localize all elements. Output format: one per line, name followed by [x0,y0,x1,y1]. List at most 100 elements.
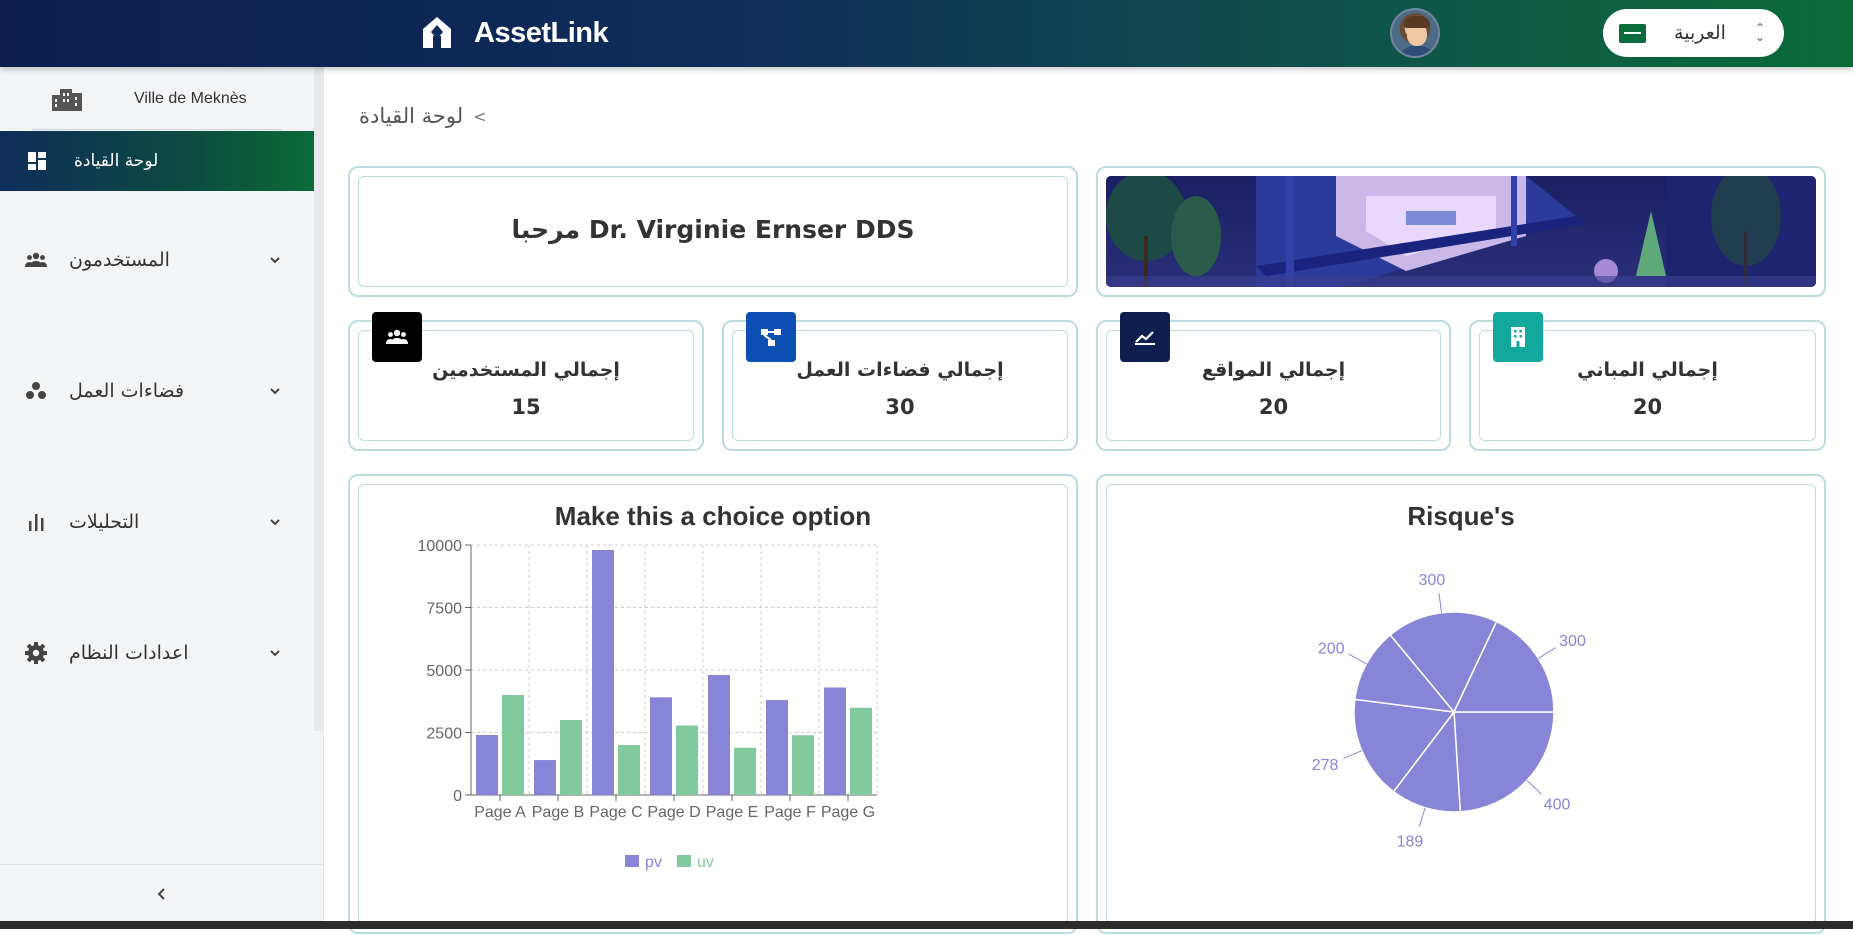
pie-chart-card: Risque's 400 189 278 200 300 300 [1096,474,1826,934]
analytics-icon [25,511,47,533]
sidebar-item-analytics[interactable]: التحليلات [0,492,314,552]
bar-pv [766,700,788,795]
banner-image [1106,176,1816,287]
pie-slice [1453,711,1555,813]
chevron-down-icon [270,388,280,395]
stat-value: 30 [885,395,915,419]
x-tick-label: Page E [706,804,758,821]
top-bar: AssetLink العربية ⌃ ⌄ [0,0,1853,67]
language-select[interactable]: العربية ⌃ ⌄ [1603,9,1784,57]
bar-uv [618,745,640,795]
y-tick-label: 7500 [426,601,462,618]
sidebar-item-dashboard[interactable]: لوحة القيادة [0,131,314,191]
stat-title: إجمالي المواقع [1201,359,1346,381]
bar-uv [734,747,756,795]
brand[interactable]: AssetLink [418,12,609,54]
pie-label-line [1418,807,1426,828]
banner-card [1096,166,1826,297]
building-icon [1493,312,1543,362]
collapse-sidebar-chevron-icon[interactable] [152,884,172,904]
stat-value: 15 [511,395,541,419]
sidebar-item-label: المستخدمون [69,249,170,271]
breadcrumb-current[interactable]: لوحة القيادة [359,104,463,128]
legend-label: pv [645,854,662,871]
bar-pv [476,735,498,795]
workspaces-icon [25,380,47,402]
sidebar-item-label: فضاءات العمل [69,380,185,402]
workspace-tree-icon [746,312,796,362]
avatar[interactable] [1390,8,1440,58]
bar-pv [650,697,672,795]
language-label: العربية [1674,22,1726,44]
sidebar: Ville de Meknès لوحة القيادة المستخدمون … [0,67,324,929]
pie-label-line [1343,750,1362,759]
sidebar-scrollbar[interactable] [314,67,324,731]
legend-swatch [625,855,639,867]
stat-title: إجمالي فضاءات العمل [796,359,1004,381]
y-tick-label: 0 [453,788,462,805]
bar-uv [850,707,872,795]
breadcrumb-separator: < [473,106,487,126]
stat-title: إجمالي المباني [1577,359,1718,381]
pie-label-line [1538,647,1556,659]
x-tick-label: Page G [821,804,875,821]
y-tick-label: 5000 [426,663,462,680]
pie-label: 278 [1312,757,1339,774]
pie-label: 400 [1544,797,1571,814]
sidebar-item-workspaces[interactable]: فضاءات العمل [0,361,314,421]
bar-chart-card: Make this a choice option 0 2500 5000 7500 1… [348,474,1078,934]
stat-value: 20 [1258,395,1289,419]
bar-uv [560,720,582,795]
bar-uv [502,695,524,795]
x-tick-label: Page B [532,804,584,821]
welcome-text: مرحبا Dr. Virginie Ernser DDS [511,215,915,244]
bar-uv [792,735,814,795]
x-tick-label: Page A [474,804,526,821]
legend-swatch [677,855,691,867]
pie-label-line [1348,653,1367,665]
dashboard-icon [28,152,46,170]
taskbar-edge [0,921,1853,929]
bar-uv [676,725,698,795]
bar-chart: 0 2500 5000 7500 10000 Page A Page B Page C Page… [418,538,878,871]
sidebar-item-settings[interactable]: اعدادات النظام [0,623,314,683]
logo-icon [423,17,451,48]
pie-label-line [1526,780,1542,795]
x-tick-label: Page D [647,804,700,821]
stat-card-sites: إجمالي المواقع 20 [1096,312,1451,451]
chevron-down-icon [270,257,280,264]
stat-card-buildings: إجمالي المباني 20 [1469,312,1826,451]
stat-value: 20 [1632,395,1663,419]
bar-pv [592,550,614,795]
settings-icon [25,642,47,664]
sidebar-item-label: لوحة القيادة [74,151,159,171]
app-name: AssetLink [474,16,609,49]
legend-label: uv [697,854,714,871]
sites-chart-icon [1120,312,1170,362]
bar-pv [534,760,556,795]
pie-chart: 400 189 278 200 300 300 [1312,572,1586,850]
organization-name: Ville de Meknès [134,89,247,107]
stat-card-workspaces: إجمالي فضاءات العمل 30 [722,312,1078,451]
chevron-down-icon [270,650,280,657]
pie-label: 189 [1397,833,1424,850]
buildings-icon [52,88,82,111]
divider [32,129,282,130]
y-tick-label: 10000 [418,538,463,555]
bar-pv [824,687,846,795]
sidebar-item-label: اعدادات النظام [69,642,189,664]
saudi-flag-icon [1619,23,1646,43]
stat-title: إجمالي المستخدمين [432,359,620,381]
pie-label: 300 [1419,572,1446,589]
pie-label: 200 [1318,640,1345,657]
updown-chevron-icon: ⌃ ⌄ [1754,21,1766,44]
pie-label: 300 [1559,633,1586,650]
organization: Ville de Meknès [32,67,282,130]
y-tick-label: 2500 [426,726,462,743]
sidebar-item-label: التحليلات [69,511,140,533]
stat-card-users: إجمالي المستخدمين 15 [348,312,704,451]
bar-pv [708,675,730,795]
users-icon [372,312,422,362]
welcome-card: مرحبا Dr. Virginie Ernser DDS [348,166,1078,297]
sidebar-item-users[interactable]: المستخدمون [0,230,314,290]
